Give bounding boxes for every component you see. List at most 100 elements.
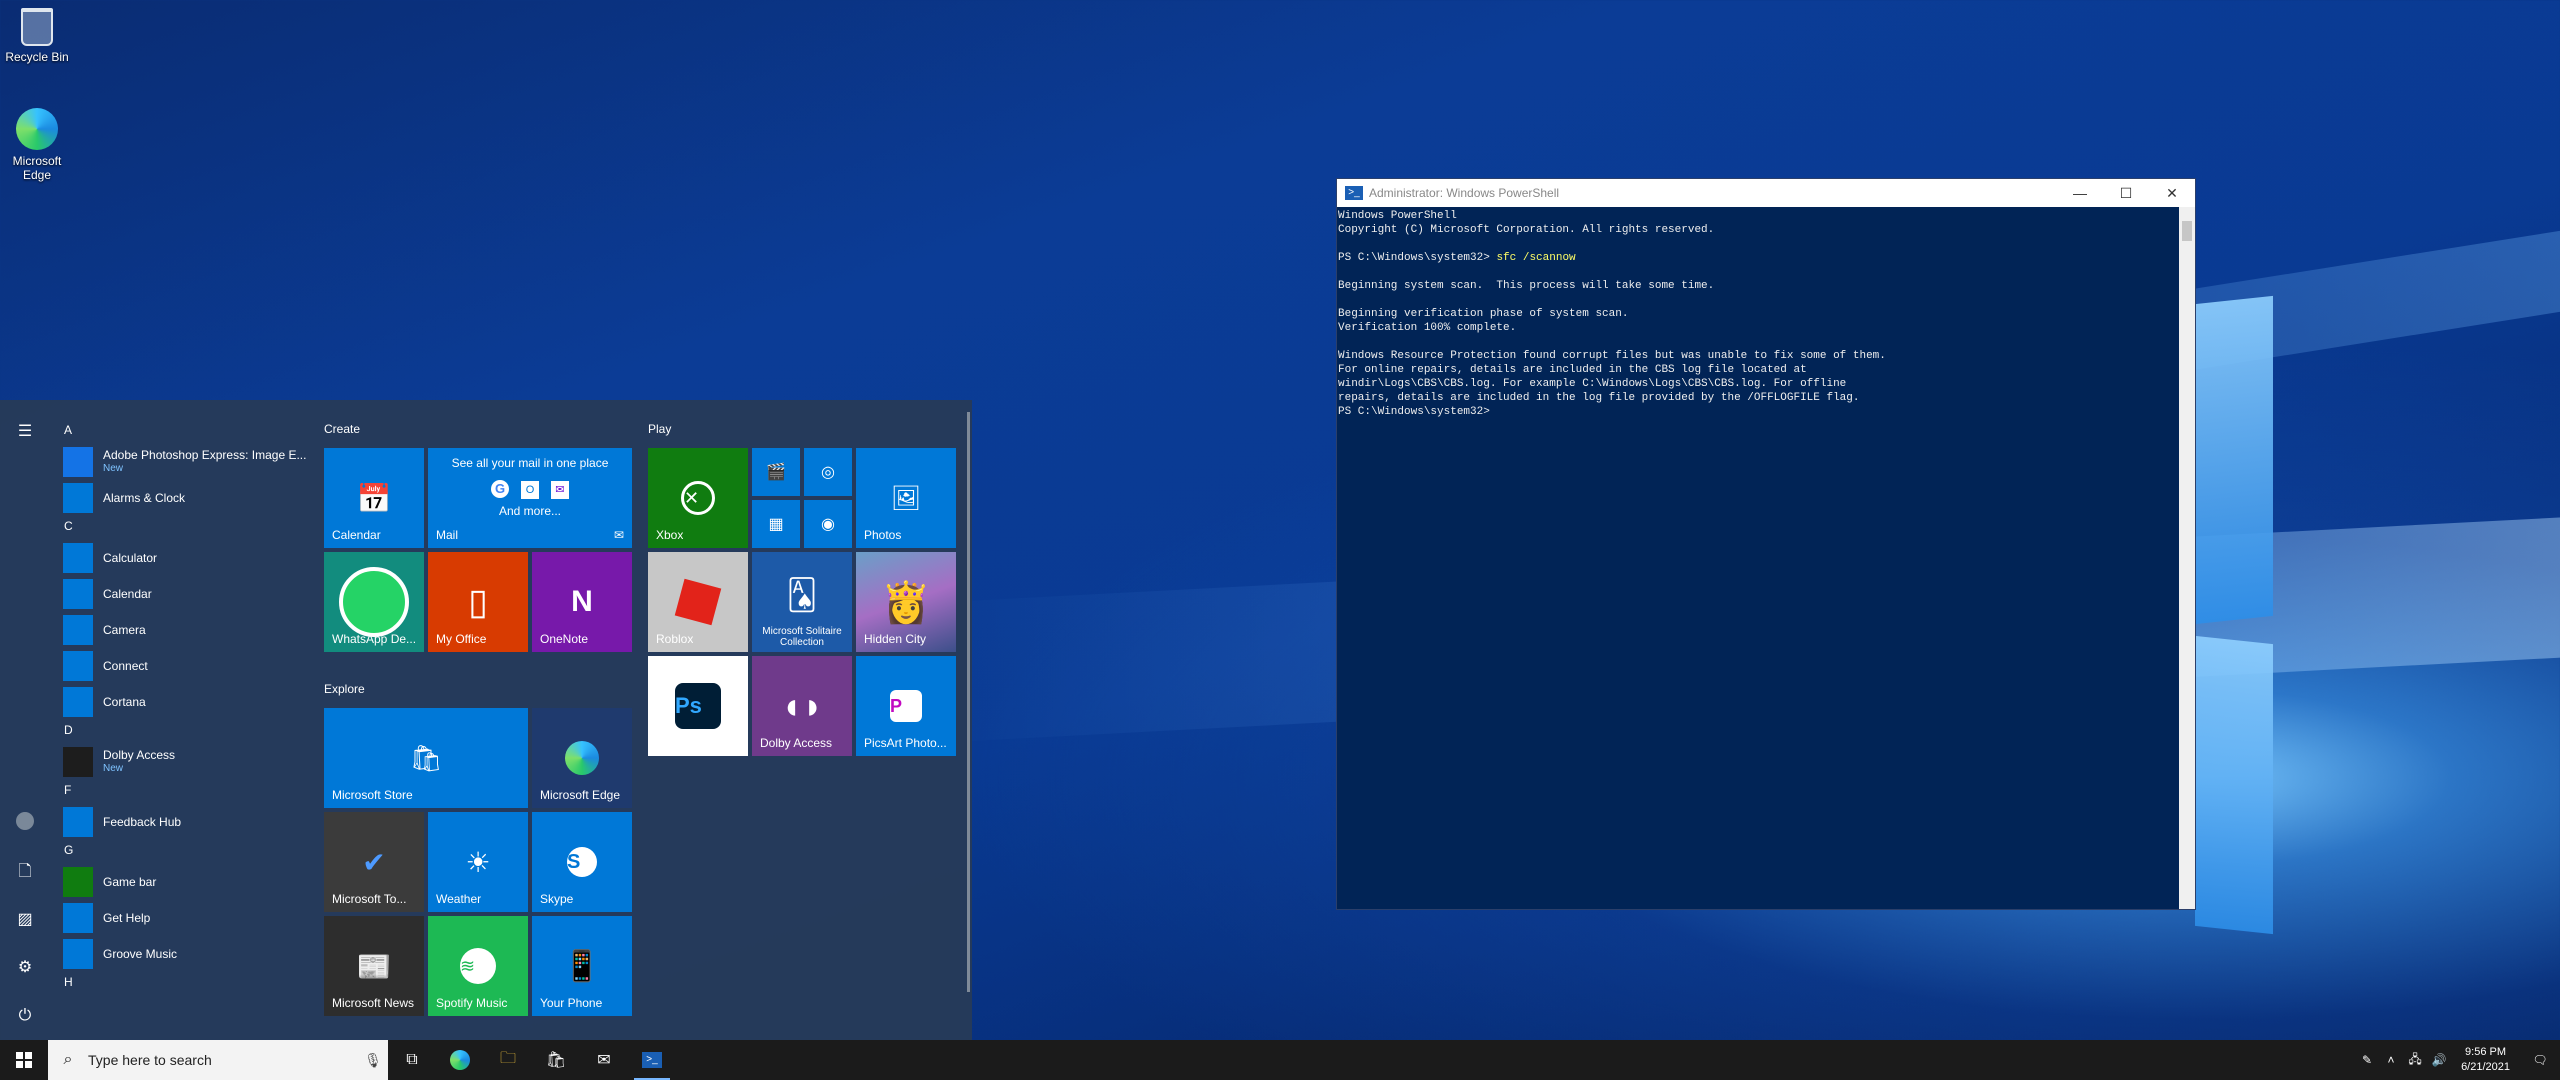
taskbar-search-box[interactable]: ⌕ Type here to search 🎙 bbox=[48, 1040, 388, 1080]
tile-mail[interactable]: See all your mail in one place G O ✉ And… bbox=[428, 448, 632, 548]
tile-xbox[interactable]: ✕ Xbox bbox=[648, 448, 748, 548]
app-name: Game bar bbox=[103, 875, 157, 889]
documents-icon[interactable]: 🗋 bbox=[13, 860, 37, 884]
app-list-item[interactable]: Alarms & Clock bbox=[50, 480, 310, 516]
tile-label: Hidden City bbox=[864, 632, 927, 646]
console-line: Verification 100% complete. bbox=[1338, 322, 1517, 334]
tile-solitaire[interactable]: 🂡 Microsoft Solitaire Collection bbox=[752, 552, 852, 652]
tile-microsoft-store[interactable]: 🛍 Microsoft Store bbox=[324, 708, 528, 808]
group-label-play: Play bbox=[648, 422, 672, 436]
folder-icon: 🗀 bbox=[499, 1049, 516, 1067]
google-icon: G bbox=[491, 480, 510, 498]
chevron-up-icon[interactable]: ˄ bbox=[2379, 1053, 2403, 1067]
app-list-item[interactable]: Calculator bbox=[50, 540, 310, 576]
tile-onenote[interactable]: N OneNote bbox=[532, 552, 632, 652]
tile-microsoft-edge[interactable]: Microsoft Edge bbox=[532, 708, 632, 808]
tile-microsoft-todo[interactable]: ✔ Microsoft To... bbox=[324, 812, 424, 912]
app-list-letter-header[interactable]: G bbox=[50, 840, 310, 864]
microphone-icon[interactable]: 🎙 bbox=[358, 1052, 388, 1069]
maximize-button[interactable]: ☐ bbox=[2103, 185, 2149, 202]
tile-dolby-access[interactable]: ◖◗ Dolby Access bbox=[752, 656, 852, 756]
powershell-icon: >_ bbox=[642, 1052, 662, 1068]
taskbar-store[interactable]: 🛍 bbox=[532, 1040, 580, 1080]
console-scrollbar[interactable] bbox=[2179, 207, 2195, 909]
tile-groove[interactable]: ◎ bbox=[804, 448, 852, 496]
close-button[interactable]: ✕ bbox=[2149, 185, 2195, 202]
tile-roblox[interactable]: Roblox bbox=[648, 552, 748, 652]
pen-icon[interactable]: ✎ bbox=[2355, 1053, 2379, 1067]
app-list-item[interactable]: Get Help bbox=[50, 900, 310, 936]
network-icon[interactable]: 🖧 bbox=[2403, 1050, 2427, 1071]
console-output[interactable]: Windows PowerShell Copyright (C) Microsof… bbox=[1337, 207, 2195, 419]
power-icon[interactable]: ⏻ bbox=[13, 1004, 37, 1028]
tile-spotify[interactable]: ≋ Spotify Music bbox=[428, 916, 528, 1016]
search-placeholder: Type here to search bbox=[88, 1052, 212, 1068]
tile-picsart[interactable]: P PicsArt Photo... bbox=[856, 656, 956, 756]
tile-label: Spotify Music bbox=[436, 996, 508, 1010]
start-button[interactable] bbox=[0, 1040, 48, 1080]
pictures-icon[interactable]: ▨ bbox=[13, 908, 37, 932]
tile-weather[interactable]: ☀ Weather bbox=[428, 812, 528, 912]
tile-your-phone[interactable]: 📱 Your Phone bbox=[532, 916, 632, 1016]
tile-label: My Office bbox=[436, 632, 487, 646]
app-list-item[interactable]: Camera bbox=[50, 612, 310, 648]
photoshop-express-icon bbox=[63, 447, 93, 477]
start-scrollbar[interactable] bbox=[967, 412, 970, 992]
tile-photos[interactable]: 🖼 Photos bbox=[856, 448, 956, 548]
dolby-icon bbox=[63, 747, 93, 777]
tile-hidden-city[interactable]: 👸 Hidden City bbox=[856, 552, 956, 652]
scroll-thumb[interactable] bbox=[2182, 221, 2192, 241]
app-name: Adobe Photoshop Express: Image E... bbox=[103, 448, 307, 462]
user-account-icon[interactable] bbox=[13, 812, 37, 836]
store-bag-icon: 🛍 bbox=[545, 1052, 567, 1069]
app-list-item[interactable]: Connect bbox=[50, 648, 310, 684]
tile-microsoft-news[interactable]: 📰 Microsoft News bbox=[324, 916, 424, 1016]
tile-movies[interactable]: 🎬 bbox=[752, 448, 800, 496]
app-list-item[interactable]: Feedback Hub bbox=[50, 804, 310, 840]
settings-gear-icon[interactable]: ⚙ bbox=[13, 956, 37, 980]
app-list-letter-header[interactable]: A bbox=[50, 420, 310, 444]
tile-label: Xbox bbox=[656, 528, 684, 542]
app-list-letter-header[interactable]: D bbox=[50, 720, 310, 744]
app-list-item[interactable]: Calendar bbox=[50, 576, 310, 612]
app-list-letter-header[interactable]: C bbox=[50, 516, 310, 540]
tile-label: WhatsApp De... bbox=[332, 632, 417, 646]
app-list-item[interactable]: Dolby Access New bbox=[50, 744, 310, 780]
taskbar-mail[interactable]: ✉ bbox=[580, 1040, 628, 1080]
console-line: Copyright (C) Microsoft Corporation. All… bbox=[1338, 224, 1715, 236]
app-list-letter-header[interactable]: F bbox=[50, 780, 310, 804]
taskbar-powershell[interactable]: >_ bbox=[628, 1040, 676, 1080]
desktop-icon-recycle-bin[interactable]: Recycle Bin bbox=[2, 8, 72, 64]
app-name: Camera bbox=[103, 623, 146, 637]
desktop-icon-microsoft-edge[interactable]: Microsoft Edge bbox=[2, 108, 72, 182]
mail-more: And more... bbox=[498, 504, 562, 518]
taskbar-edge[interactable] bbox=[436, 1040, 484, 1080]
tile-whatsapp[interactable]: WhatsApp De... bbox=[324, 552, 424, 652]
minimize-button[interactable]: — bbox=[2057, 185, 2103, 201]
wallpaper-logo-pane bbox=[2195, 635, 2273, 935]
app-list-item[interactable]: Cortana bbox=[50, 684, 310, 720]
tile-photoshop[interactable]: Ps bbox=[648, 656, 748, 756]
groove-icon: ◎ bbox=[821, 464, 835, 481]
volume-icon[interactable]: 🔊 bbox=[2427, 1053, 2451, 1067]
yahoo-icon: ✉ bbox=[550, 481, 569, 499]
tile-calendar[interactable]: 📅 Calendar bbox=[324, 448, 424, 548]
taskbar-clock[interactable]: 9:56 PM 6/21/2021 bbox=[2451, 1045, 2520, 1075]
app-name: Dolby Access bbox=[103, 748, 176, 762]
window-titlebar[interactable]: >_ Administrator: Windows PowerShell — ☐… bbox=[1337, 179, 2195, 207]
notification-icon[interactable]: 🗨 bbox=[2520, 1053, 2560, 1067]
hamburger-menu-icon[interactable]: ☰ bbox=[13, 420, 37, 444]
app-list-item[interactable]: Adobe Photoshop Express: Image E... New bbox=[50, 444, 310, 480]
app-list-item[interactable]: Game bar bbox=[50, 864, 310, 900]
task-view-button[interactable]: ⧉ bbox=[388, 1040, 436, 1080]
desktop-icon-label: Microsoft Edge bbox=[12, 154, 62, 182]
app-list-letter-header[interactable]: H bbox=[50, 972, 310, 996]
tile-skype[interactable]: S Skype bbox=[532, 812, 632, 912]
app-name: Cortana bbox=[103, 695, 146, 709]
tile-label: Weather bbox=[436, 892, 482, 906]
app-list-item[interactable]: Groove Music bbox=[50, 936, 310, 972]
tile-my-office[interactable]: ▯ My Office bbox=[428, 552, 528, 652]
taskbar-file-explorer[interactable]: 🗀 bbox=[484, 1040, 532, 1080]
feedback-icon bbox=[63, 807, 93, 837]
